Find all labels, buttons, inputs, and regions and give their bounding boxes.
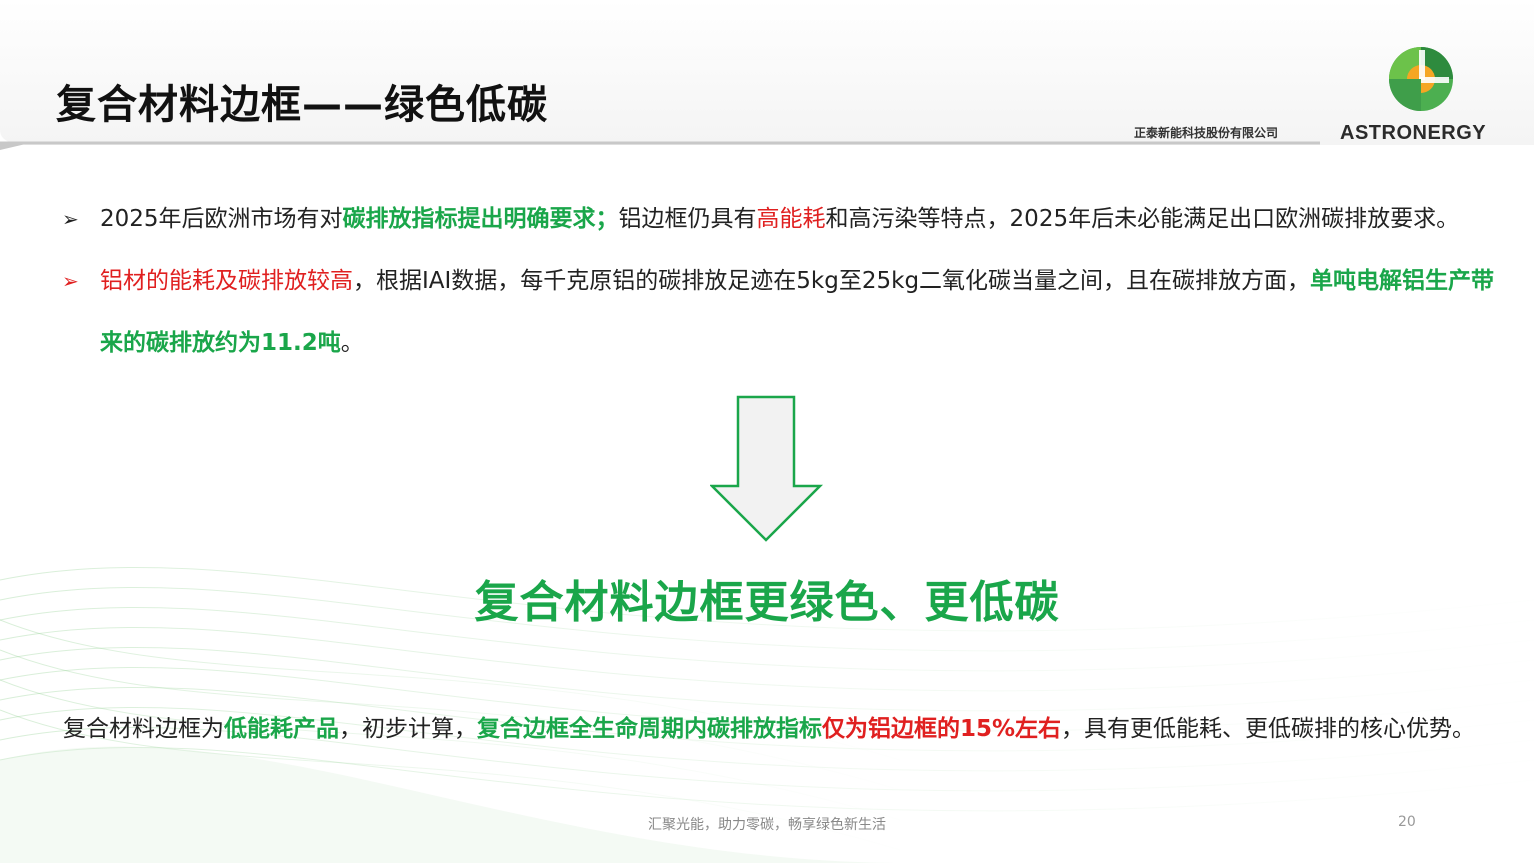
bullet-text: 2025年后欧洲市场有对 xyxy=(100,206,343,232)
bullet-text: ，根据IAI数据，每千克原铝的碳排放足迹在5kg至25kg二氧化碳当量之间，且在… xyxy=(353,268,1311,294)
down-arrow-icon xyxy=(710,395,824,542)
footer-slogan: 汇聚光能，助力零碳，畅享绿色新生活 xyxy=(648,817,886,833)
astronergy-logo xyxy=(1389,47,1453,111)
bullet-text: 。 xyxy=(340,330,364,356)
bullet-list: ➢ 2025年后欧洲市场有对碳排放指标提出明确要求；铝边框仍具有高能耗和高污染等… xyxy=(62,188,1502,374)
emphasis-red: 铝材的能耗及碳排放较高 xyxy=(100,268,353,294)
emphasis-green: 低能耗产品 xyxy=(223,716,339,742)
page-number: 20 xyxy=(1398,814,1416,830)
emphasis-red: 仅为铝边框的15%左右 xyxy=(821,716,1062,742)
company-name: 正泰新能科技股份有限公司 xyxy=(1134,126,1279,140)
bullet-item: ➢ 铝材的能耗及碳排放较高，根据IAI数据，每千克原铝的碳排放足迹在5kg至25… xyxy=(62,250,1502,374)
emphasis-green: 碳排放指标提出明确要求； xyxy=(342,206,619,232)
summary-text: 复合材料边框为低能耗产品，初步计算，复合边框全生命周期内碳排放指标仅为铝边框的1… xyxy=(14,706,1524,752)
slide-title: 复合材料边框——绿色低碳 xyxy=(56,82,548,128)
emphasis-green: 复合边框全生命周期内碳排放指标 xyxy=(476,716,822,742)
arrow-bullet-icon: ➢ xyxy=(62,269,79,293)
arrow-bullet-icon: ➢ xyxy=(62,207,79,231)
summary-part: ，初步计算， xyxy=(338,716,477,742)
bullet-text: 和高污染等特点，2025年后未必能满足出口欧洲碳排放要求。 xyxy=(825,206,1460,232)
brand-wordmark: ASTRONERGY xyxy=(1340,122,1487,144)
bullet-text: 铝边框仍具有 xyxy=(618,206,757,232)
summary-part: ，具有更低能耗、更低碳排的核心优势。 xyxy=(1061,716,1476,742)
bullet-item: ➢ 2025年后欧洲市场有对碳排放指标提出明确要求；铝边框仍具有高能耗和高污染等… xyxy=(62,188,1502,250)
headline: 复合材料边框更绿色、更低碳 xyxy=(474,577,1060,628)
emphasis-red: 高能耗 xyxy=(756,206,826,232)
summary-part: 复合材料边框为 xyxy=(62,716,224,742)
